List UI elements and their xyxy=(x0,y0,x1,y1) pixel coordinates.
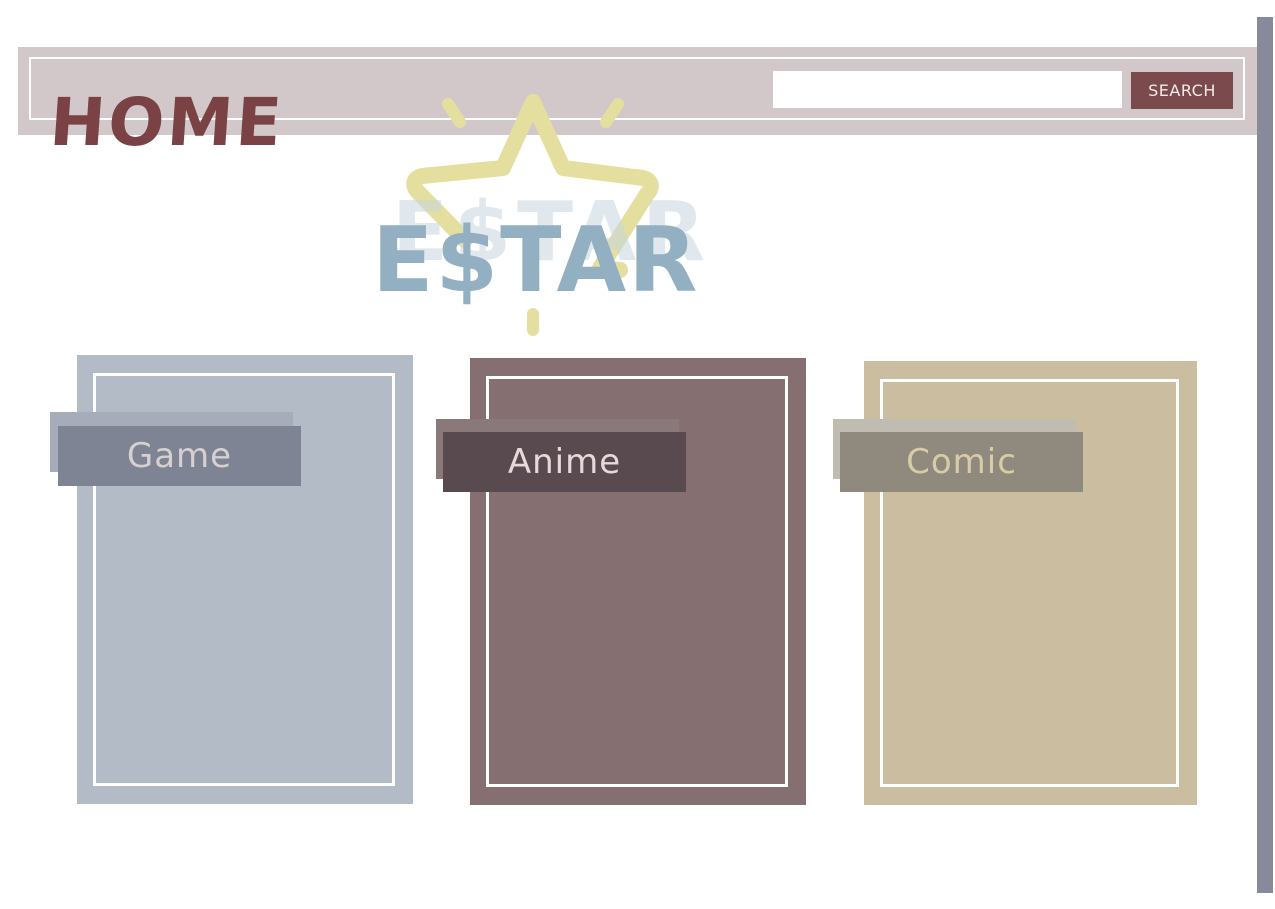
search-input[interactable] xyxy=(773,71,1122,108)
category-tag-comic[interactable]: Comic xyxy=(840,432,1083,492)
search-button[interactable]: SEARCH xyxy=(1131,72,1233,109)
category-tag-anime[interactable]: Anime xyxy=(443,432,686,492)
category-tag-game[interactable]: Game xyxy=(58,426,301,486)
page-title: HOME xyxy=(47,84,287,161)
page: SEARCH HOME E$TAR E$TAR Game Anime Comic xyxy=(0,0,1275,909)
logo-text: E$TAR xyxy=(372,208,700,313)
scrollbar[interactable] xyxy=(1257,17,1273,893)
